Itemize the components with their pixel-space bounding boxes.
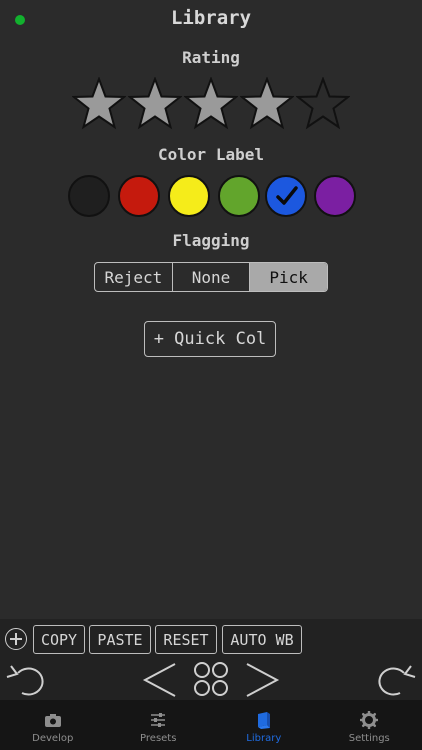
tab-develop-label: Develop <box>32 733 74 744</box>
tab-develop[interactable]: Develop <box>0 700 106 750</box>
previous-arrow-icon[interactable] <box>141 661 179 699</box>
tab-settings-label: Settings <box>348 733 390 744</box>
rating-label: Rating <box>182 48 240 67</box>
next-arrow-icon[interactable] <box>243 661 281 699</box>
checkmark-icon <box>276 186 298 205</box>
star-5[interactable] <box>296 77 350 131</box>
grid-view-icon[interactable] <box>193 661 229 697</box>
flagging-segmented-control: Reject None Pick <box>94 262 328 292</box>
star-3[interactable] <box>184 77 238 131</box>
swatch-none[interactable] <box>68 175 110 217</box>
redo-icon[interactable] <box>374 663 416 697</box>
star-4[interactable] <box>240 77 294 131</box>
paste-button[interactable]: PASTE <box>89 625 151 654</box>
copy-button[interactable]: COPY <box>33 625 85 654</box>
tab-library[interactable]: Library <box>211 700 317 750</box>
flag-pick-button[interactable]: Pick <box>250 263 327 291</box>
swatch-green[interactable] <box>218 175 260 217</box>
sliders-icon <box>151 713 166 727</box>
edit-toolbar: COPY PASTE RESET AUTO WB <box>0 619 422 700</box>
star-2[interactable] <box>128 77 182 131</box>
gear-icon <box>360 711 379 729</box>
auto-wb-button[interactable]: AUTO WB <box>222 625 302 654</box>
swatch-purple[interactable] <box>314 175 356 217</box>
swatch-red[interactable] <box>118 175 160 217</box>
reset-button[interactable]: RESET <box>155 625 217 654</box>
book-icon <box>257 712 270 729</box>
swatch-yellow[interactable] <box>168 175 210 217</box>
swatch-blue[interactable] <box>265 175 307 217</box>
page-title: Library <box>170 7 252 29</box>
tab-settings[interactable]: Settings <box>317 700 422 750</box>
rating-stars <box>72 77 352 131</box>
color-label-heading: Color Label <box>158 145 264 164</box>
flag-reject-button[interactable]: Reject <box>95 263 173 291</box>
flagging-label: Flagging <box>172 231 250 250</box>
tab-library-label: Library <box>246 733 282 744</box>
undo-icon[interactable] <box>6 663 48 697</box>
tab-presets[interactable]: Presets <box>106 700 212 750</box>
flag-none-button[interactable]: None <box>173 263 251 291</box>
camera-icon <box>44 714 61 727</box>
tab-bar: Develop Presets Library Settings <box>0 700 422 750</box>
tab-presets-label: Presets <box>140 733 177 744</box>
color-label-swatches <box>68 175 356 217</box>
star-1[interactable] <box>72 77 126 131</box>
add-icon[interactable] <box>5 628 27 650</box>
quick-collection-button[interactable]: + Quick Col <box>144 321 276 357</box>
